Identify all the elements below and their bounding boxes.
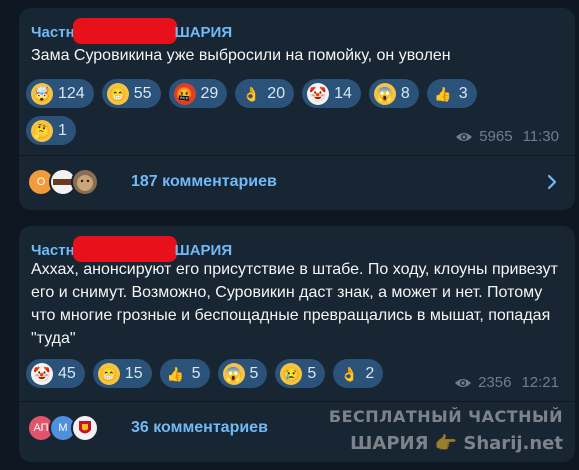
reaction-thumbs-up[interactable]: 👍 5: [159, 359, 210, 388]
channel-name-prefix: Частн: [31, 242, 75, 259]
reaction-count: 29: [200, 84, 219, 102]
reaction-grinning[interactable]: 😁 15: [92, 359, 152, 388]
reaction-cursing[interactable]: 🤬 29: [168, 79, 228, 108]
reaction-count: 124: [58, 84, 85, 102]
ok-hand-icon: 👌: [242, 85, 261, 102]
reaction-count: 15: [124, 364, 143, 382]
eye-icon: [456, 132, 473, 141]
reaction-clown[interactable]: 🤡 45: [26, 359, 85, 388]
divider: [19, 401, 575, 402]
reaction-count: 8: [400, 84, 410, 102]
watermark-line-2: ШАРИЯ 👉 Sharij.net: [350, 433, 563, 454]
post-text: Зама Суровикина уже выбросили на помойку…: [31, 47, 451, 64]
grinning-icon: 😁: [97, 362, 120, 385]
thumbs-up-icon: 👍: [434, 85, 452, 102]
reaction-screaming[interactable]: 😱 8: [368, 79, 419, 108]
reaction-count: 2: [365, 364, 375, 382]
grinning-icon: 😁: [106, 82, 129, 105]
channel-post: Частн ШАРИЯ Зама Суровикина уже выбросили…: [19, 8, 575, 210]
comments-count-label: 36 комментариев: [131, 419, 268, 436]
cursing-face-icon: 🤬: [173, 82, 196, 105]
clown-icon: 🤡: [31, 362, 53, 385]
post-meta: 2356 12:21: [454, 374, 559, 391]
avatar: [71, 414, 99, 442]
reaction-ok-hand[interactable]: 👌 2: [333, 359, 384, 388]
reaction-thumbs-up[interactable]: 👍 3: [426, 79, 477, 108]
reaction-crying[interactable]: 😢 5: [275, 359, 326, 388]
reaction-ok-hand[interactable]: 👌 20: [235, 79, 295, 108]
reaction-thinking[interactable]: 🤔 1: [26, 116, 76, 145]
channel-name-suffix: ШАРИЯ: [174, 242, 233, 259]
thumbs-up-icon: 👍: [166, 365, 185, 382]
reaction-screaming[interactable]: 😱 5: [217, 359, 268, 388]
channel-name-suffix: ШАРИЯ: [174, 24, 233, 41]
reaction-count: 5: [191, 364, 201, 382]
reaction-count: 3: [458, 84, 468, 102]
clown-icon: 🤡: [307, 82, 330, 105]
reaction-count: 20: [267, 84, 286, 102]
commenter-avatars: О: [27, 168, 99, 196]
post-meta: 5965 11:30: [455, 128, 559, 145]
reaction-clown[interactable]: 🤡 14: [302, 79, 361, 108]
ok-hand-icon: 👌: [340, 365, 359, 382]
reaction-count: 1: [58, 121, 67, 139]
comments-button[interactable]: О 187 комментариев: [19, 159, 575, 205]
comments-count-label: 187 комментариев: [131, 173, 277, 190]
divider: [19, 155, 575, 156]
thinking-face-icon: 🤔: [31, 119, 53, 142]
watermark-line-1: БЕСПЛАТНЫЙ ЧАСТНЫЙ: [328, 407, 563, 426]
reactions-bar: 🤡 45 😁 15 👍 5 😱 5 😢 5 👌 2: [26, 359, 526, 388]
screaming-face-icon: 😱: [222, 362, 245, 385]
screaming-face-icon: 😱: [373, 82, 396, 105]
post-text: Аххах, анонсируют его присутствие в штаб…: [31, 261, 558, 347]
watermark: БЕСПЛАТНЫЙ ЧАСТНЫЙ ШАРИЯ 👉 Sharij.net: [329, 403, 563, 457]
reaction-exploding-head[interactable]: 🤯 124: [26, 79, 94, 108]
redaction-box: [72, 18, 177, 44]
reaction-count: 45: [58, 364, 76, 382]
reaction-count: 14: [334, 84, 352, 102]
channel-name[interactable]: Частн ШАРИЯ: [31, 18, 232, 44]
view-count: 5965: [479, 128, 513, 145]
avatar: [71, 168, 99, 196]
chevron-right-icon: [547, 174, 557, 190]
post-time: 12:21: [521, 374, 559, 391]
eye-icon: [455, 378, 472, 387]
reaction-grinning[interactable]: 😁 55: [101, 79, 161, 108]
post-time: 11:30: [522, 128, 559, 145]
reaction-count: 5: [249, 364, 259, 382]
dog-avatar-icon: [77, 175, 93, 191]
reaction-count: 55: [133, 84, 152, 102]
channel-name-prefix: Частн: [31, 24, 75, 41]
commenter-avatars: АП М: [27, 414, 99, 442]
coat-of-arms-avatar-icon: [79, 421, 91, 434]
exploding-head-icon: 🤯: [31, 82, 53, 105]
reaction-count: 5: [307, 364, 317, 382]
crying-face-icon: 😢: [280, 362, 303, 385]
view-count: 2356: [478, 374, 512, 391]
reactions-bar: 🤯 124 😁 55 🤬 29 👌 20 🤡 14 😱 8 👍 3 🤔 1: [26, 79, 526, 145]
